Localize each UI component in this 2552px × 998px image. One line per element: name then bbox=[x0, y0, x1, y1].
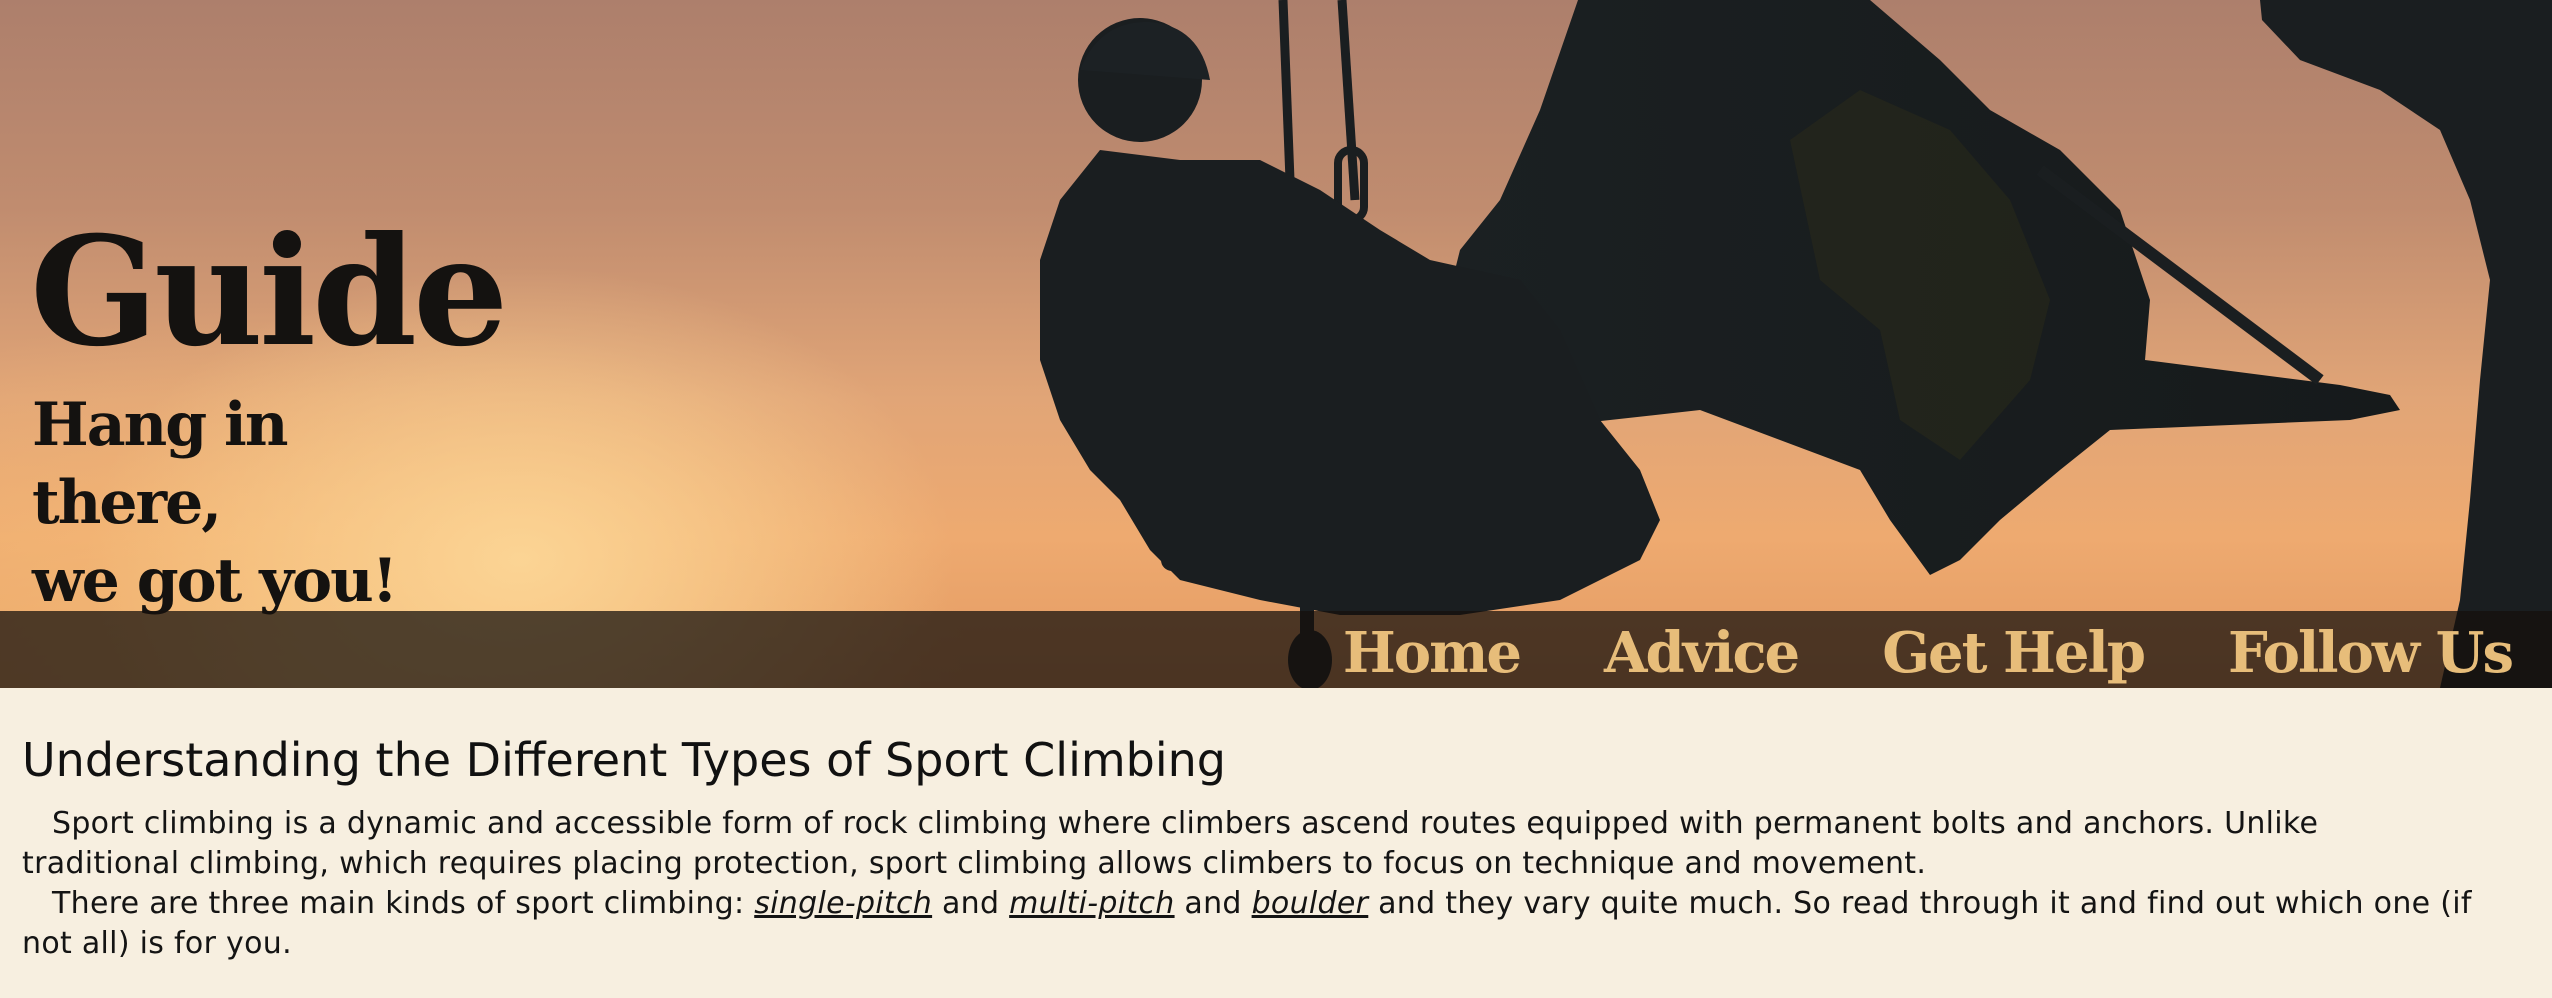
tagline-line-1: Hang in there, bbox=[32, 390, 288, 538]
page-title: Guide bbox=[30, 204, 508, 380]
article-paragraph-intro: Sport climbing is a dynamic and accessib… bbox=[22, 806, 2319, 881]
types-separator-1: and bbox=[932, 886, 1010, 921]
single-pitch-link[interactable]: single-pitch bbox=[754, 886, 932, 921]
nav-link-follow-us[interactable]: Follow Us bbox=[2228, 620, 2514, 686]
tagline-line-2: we got you! bbox=[32, 546, 398, 616]
article-paragraph-types: There are three main kinds of sport clim… bbox=[22, 884, 2482, 964]
nav-link-get-help[interactable]: Get Help bbox=[1882, 620, 2146, 686]
hero-tagline: Hang in there, we got you! bbox=[32, 386, 492, 620]
nav-link-home[interactable]: Home bbox=[1343, 620, 1522, 686]
multi-pitch-link[interactable]: multi-pitch bbox=[1009, 886, 1174, 921]
types-separator-2: and bbox=[1174, 886, 1252, 921]
nav-item-get-help: Get Help bbox=[1882, 618, 2146, 688]
nav-list: Home Advice Get Help Follow Us bbox=[1343, 611, 2514, 688]
hero-text-block: Guide Hang in there, we got you! bbox=[30, 204, 508, 620]
nav-item-advice: Advice bbox=[1604, 618, 1800, 688]
nav-item-home: Home bbox=[1343, 618, 1522, 688]
boulder-link[interactable]: boulder bbox=[1252, 886, 1369, 921]
hero-banner: Guide Hang in there, we got you! Home Ad… bbox=[0, 0, 2552, 688]
article-content: Understanding the Different Types of Spo… bbox=[0, 688, 2504, 964]
types-intro-text: There are three main kinds of sport clim… bbox=[52, 886, 755, 921]
nav-link-advice[interactable]: Advice bbox=[1604, 620, 1800, 686]
main-navigation: Home Advice Get Help Follow Us bbox=[0, 611, 2552, 688]
article-heading: Understanding the Different Types of Spo… bbox=[22, 733, 1226, 787]
nav-item-follow-us: Follow Us bbox=[2228, 618, 2514, 688]
